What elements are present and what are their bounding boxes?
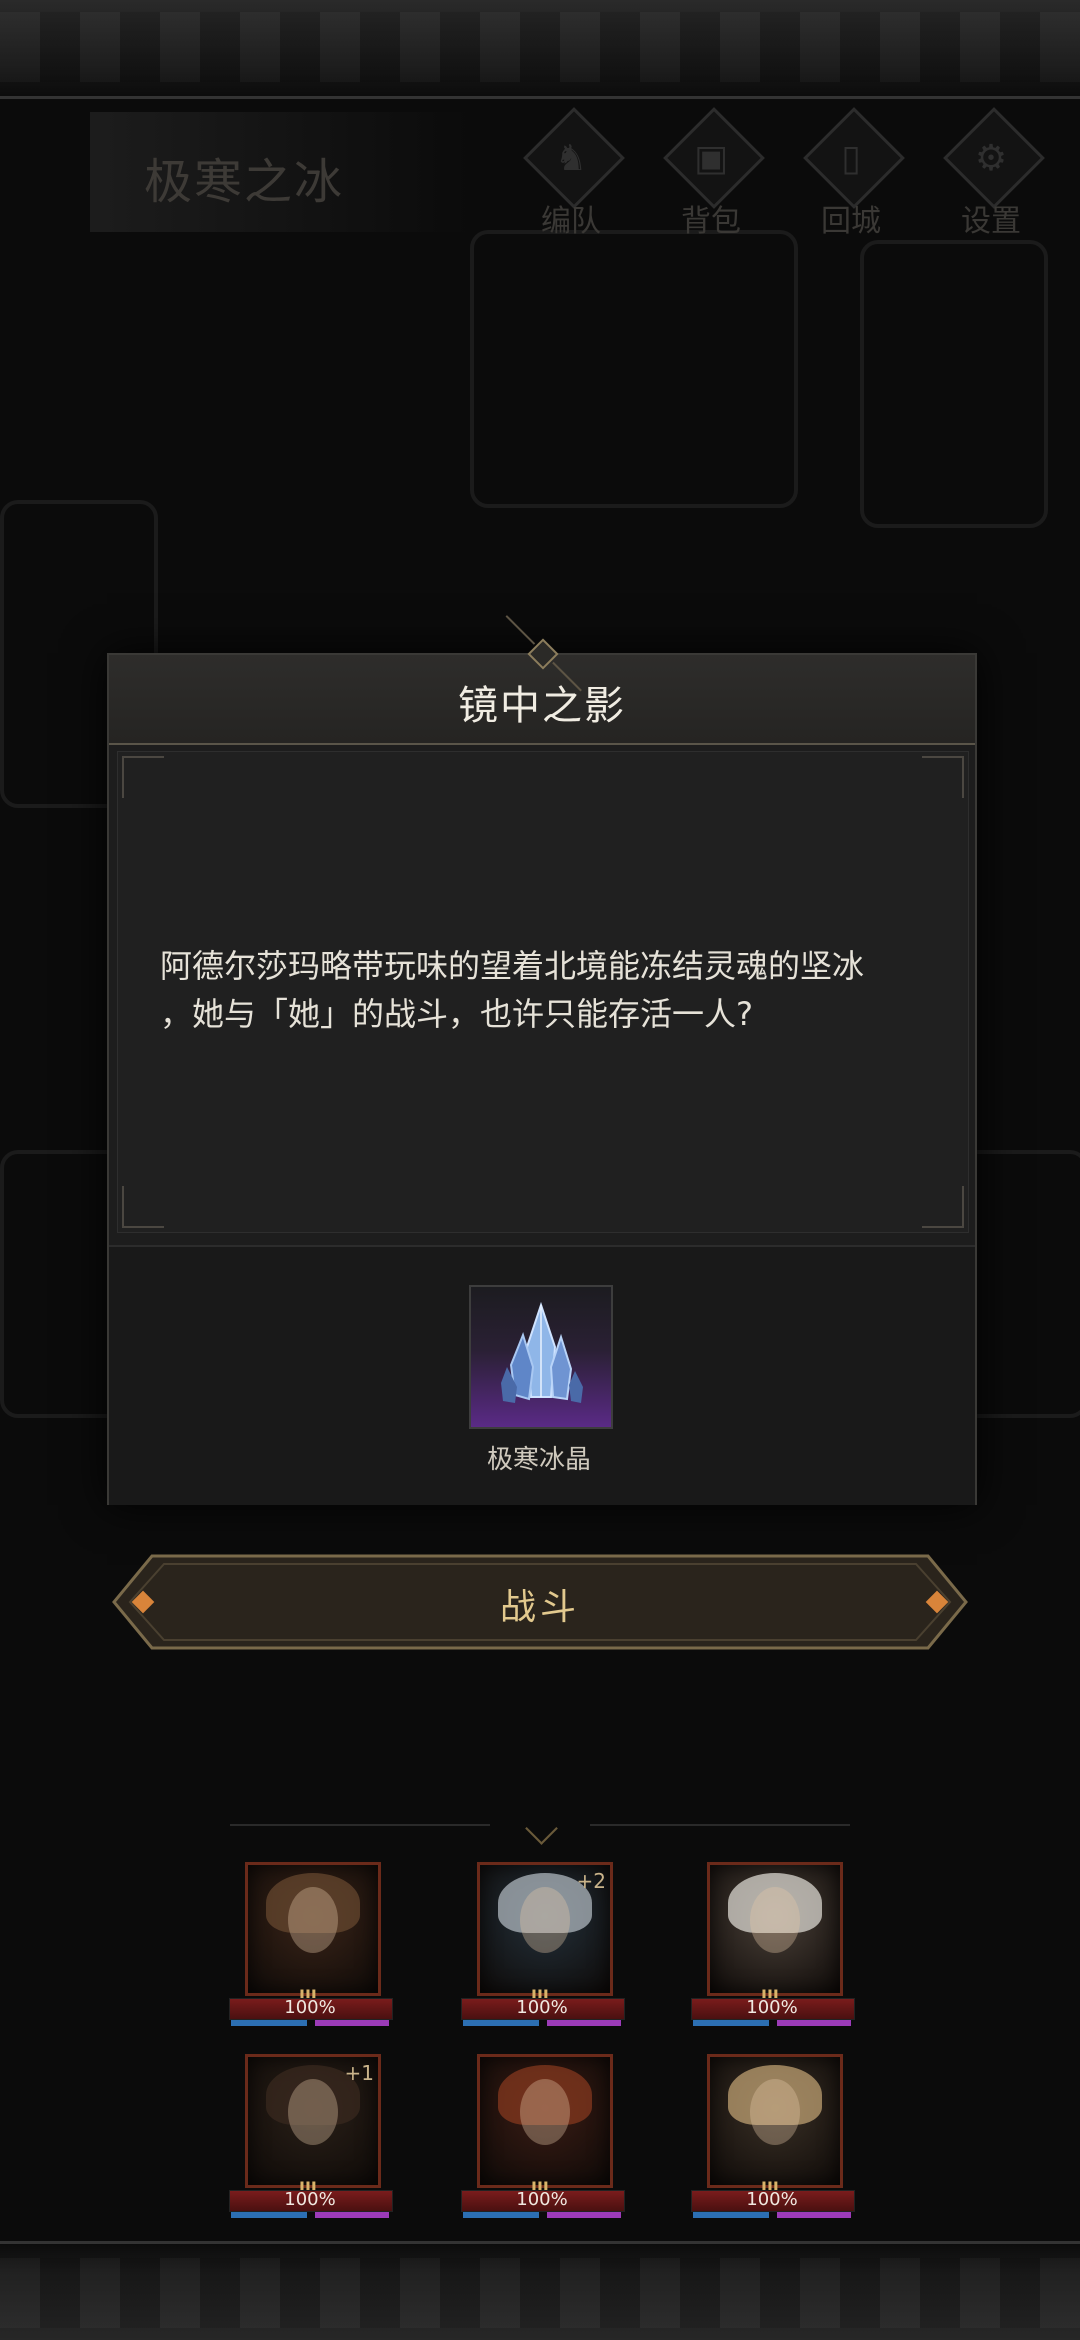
settings-label: 设置 [961,204,1021,239]
hero-face [750,2079,800,2145]
corner-ornament [922,756,964,798]
hero-portrait [245,1862,381,1996]
corner-ornament [122,756,164,798]
dialog-title: 镜中之影 [458,683,626,729]
hero-bonus: +2 [576,1869,606,1893]
reward-item[interactable] [469,1285,613,1429]
backpack-button[interactable]: ▣ 背包 [656,107,766,239]
hero-portrait: +2 [477,1862,613,1996]
hero-hp-percent: 100% [284,1997,336,2018]
hero-health-bar [231,2020,307,2026]
hero-face [520,2079,570,2145]
hero-health-bar [693,2212,769,2218]
hero-health-bar [463,2020,539,2026]
hero-portrait [707,2054,843,2188]
hero-face [750,1887,800,1953]
return-town-button[interactable]: ▯ 回城 [796,107,906,239]
reward-area: 极寒冰晶 [109,1245,975,1505]
hero-mana-bar [777,2020,851,2026]
hero-hp-percent: 100% [746,1997,798,2018]
stage-title-text: 极寒之冰 [144,154,345,210]
hero-health-bar [693,2020,769,2026]
hero-mana-bar [547,2020,621,2026]
hero-portrait [477,2054,613,2188]
stage-title: 极寒之冰 [90,112,470,232]
chevron-down-icon[interactable] [525,1812,558,1845]
hero-hp-percent: 100% [284,2189,336,2210]
hero-hp-percent: 100% [746,2189,798,2210]
top-frame [0,0,1080,99]
description-line: 阿德尔莎玛略带玩味的望着北境能冻结灵魂的坚冰 [160,947,865,985]
hero-hp-percent: 100% [516,1997,568,2018]
fight-button[interactable]: 战斗 [112,1554,968,1650]
hero-portrait [707,1862,843,1996]
corner-ornament [922,1186,964,1228]
dialog-header: 镜中之影 [109,638,975,745]
bottom-frame [0,2241,1080,2340]
return-town-label: 回城 [821,204,881,239]
hero-slot[interactable]: +2 III 100% [457,1862,627,2032]
background-map [470,230,798,508]
hero-mana-bar [547,2212,621,2218]
ornament-gem-icon [527,638,559,670]
hero-slot[interactable]: III 100% [687,2054,857,2224]
description-line: ，她与「她」的战斗，也许只能存活一人? [160,995,753,1033]
dialog-body: 阿德尔莎玛略带玩味的望着北境能冻结灵魂的坚冰 ，她与「她」的战斗，也许只能存活一… [117,751,969,1233]
team-divider [230,1812,850,1852]
hero-slot[interactable]: III 100% [225,1862,395,2032]
hero-health-bar [463,2212,539,2218]
hero-mana-bar [315,2020,389,2026]
hero-portrait: +1 [245,2054,381,2188]
event-dialog: 镜中之影 阿德尔莎玛略带玩味的望着北境能冻结灵魂的坚冰 ，她与「她」的战斗，也许… [107,638,977,1505]
hero-slot[interactable]: +1 III 100% [225,2054,395,2224]
hero-mana-bar [777,2212,851,2218]
hero-face [288,2079,338,2145]
reward-name: 极寒冰晶 [486,1445,591,1475]
hero-slot[interactable]: III 100% [457,2054,627,2224]
formation-label: 编队 [541,204,601,239]
background-map [860,240,1048,528]
formation-button[interactable]: ♞ 编队 [516,107,626,239]
hero-slot[interactable]: III 100% [687,1862,857,2032]
hero-health-bar [231,2212,307,2218]
hero-bonus: +1 [344,2061,374,2085]
backpack-label: 背包 [681,204,741,239]
dialog-description: 阿德尔莎玛略带玩味的望着北境能冻结灵魂的坚冰 ，她与「她」的战斗，也许只能存活一… [160,942,950,1038]
hero-hp-percent: 100% [516,2189,568,2210]
hero-face [520,1887,570,1953]
hero-face [288,1887,338,1953]
hero-mana-bar [315,2212,389,2218]
ice-crystal-icon [501,1301,583,1403]
corner-ornament [122,1186,164,1228]
fight-button-label: 战斗 [499,1587,580,1628]
settings-button[interactable]: ⚙ 设置 [936,107,1046,239]
